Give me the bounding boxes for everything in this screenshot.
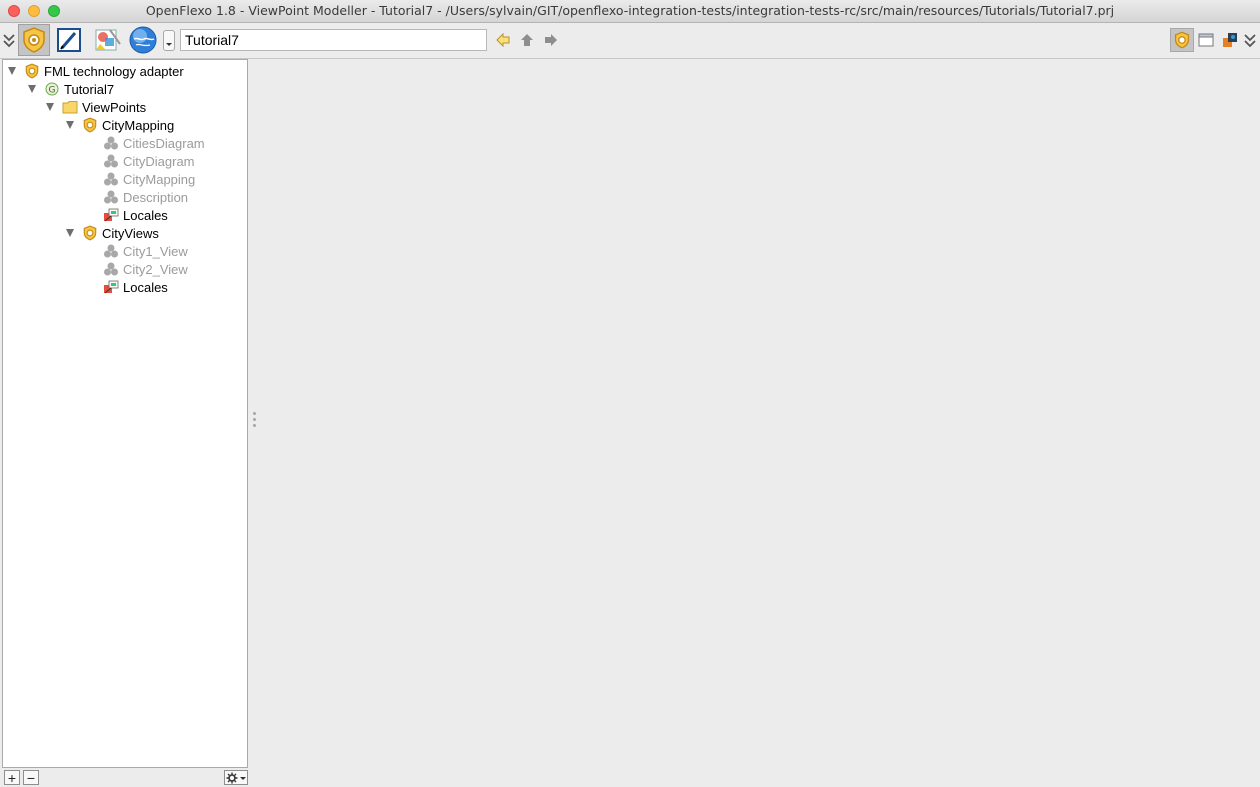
virtual-model-icon [103,243,119,259]
tree-node-label: Description [123,189,189,205]
tree-node-label: Tutorial7 [64,81,115,97]
forward-arrow-icon[interactable] [543,32,559,48]
main-toolbar [0,23,1260,59]
locales-icon [103,279,119,295]
project-icon: G [44,81,60,97]
chevron-down-icon[interactable] [1244,33,1256,49]
back-arrow-icon[interactable] [495,32,511,48]
module-dropdown-button[interactable] [163,30,175,51]
svg-text:G: G [49,86,56,96]
locales-perspective-button[interactable] [1218,28,1242,52]
settings-menu-button[interactable] [224,770,248,785]
location-field[interactable] [180,29,487,51]
locales-perspective-icon [1223,33,1237,47]
virtual-model-icon [103,135,119,151]
tree-node-project[interactable]: G Tutorial7 [28,80,114,98]
tree-node-label: Locales [123,207,168,223]
chevron-down-icon[interactable] [3,33,15,49]
expand-triangle-icon[interactable] [28,85,36,93]
tree-node-label: Locales [123,279,168,295]
window-title: OpenFlexo 1.8 - ViewPoint Modeller - Tut… [145,3,1115,18]
main-editor-area [258,59,1260,787]
window-title-bar: OpenFlexo 1.8 - ViewPoint Modeller - Tut… [0,0,1260,23]
tree-node-label: CityMapping [123,171,196,187]
virtual-model-icon [103,153,119,169]
gear-icon [226,772,246,783]
split-pane-divider-handle[interactable] [253,412,257,434]
viewpoint-modeller-icon [23,27,45,53]
add-button[interactable]: + [4,770,20,785]
virtual-model-icon [103,261,119,277]
viewpoint-perspective-button[interactable] [1170,28,1194,52]
tree-node-viewpoint-cityviews[interactable]: CityViews [66,224,159,242]
globe-icon [129,26,157,54]
tree-node-virtual-model[interactable]: CitiesDiagram [103,134,205,152]
virtual-model-icon [103,171,119,187]
tree-node-virtual-model[interactable]: CityMapping [103,170,195,188]
tree-node-locales[interactable]: Locales [103,278,168,296]
tree-node-virtual-model[interactable]: City1_View [103,242,188,260]
up-arrow-icon[interactable] [519,32,535,48]
technology-adapter-icon [24,63,40,79]
viewpoint-perspective-icon [1174,31,1190,49]
chevron-down-icon [166,43,172,46]
viewpoint-icon [82,225,98,241]
tree-node-root[interactable]: FML technology adapter [8,62,184,80]
pen-editor-module-button[interactable] [53,24,85,56]
expand-triangle-icon[interactable] [46,103,54,111]
tree-node-label: CityViews [102,225,159,241]
remove-button[interactable]: − [23,770,39,785]
viewpoint-modeller-module-button[interactable] [18,24,50,56]
expand-triangle-icon[interactable] [66,121,74,129]
expand-triangle-icon[interactable] [8,67,16,75]
window-icon [1198,33,1214,47]
diagram-editor-icon [95,29,121,51]
folder-icon [62,99,78,115]
tree-node-label: City2_View [123,261,188,277]
project-browser-tree[interactable]: FML technology adapter G Tutorial7 ViewP… [2,59,248,768]
tree-node-label: City1_View [123,243,188,259]
tree-bottom-bar: + − [2,768,248,787]
tree-node-virtual-model[interactable]: CityDiagram [103,152,195,170]
tree-node-locales[interactable]: Locales [103,206,168,224]
tree-node-virtual-model[interactable]: City2_View [103,260,188,278]
diagram-editor-module-button[interactable] [91,24,123,56]
tree-node-viewpoint-citymapping[interactable]: CityMapping [66,116,174,134]
tree-node-label: CityMapping [102,117,175,133]
tree-node-label: ViewPoints [82,99,147,115]
globe-module-button[interactable] [127,24,159,56]
pen-editor-icon [57,28,81,52]
virtual-model-icon [103,189,119,205]
tree-node-label: CityDiagram [123,153,195,169]
tree-node-label: CitiesDiagram [123,135,205,151]
tree-node-virtual-model[interactable]: Description [103,188,188,206]
expand-triangle-icon[interactable] [66,229,74,237]
viewpoint-icon [82,117,98,133]
tree-node-folder[interactable]: ViewPoints [46,98,146,116]
tree-node-label: FML technology adapter [44,63,184,79]
locales-icon [103,207,119,223]
window-perspective-button[interactable] [1194,28,1218,52]
